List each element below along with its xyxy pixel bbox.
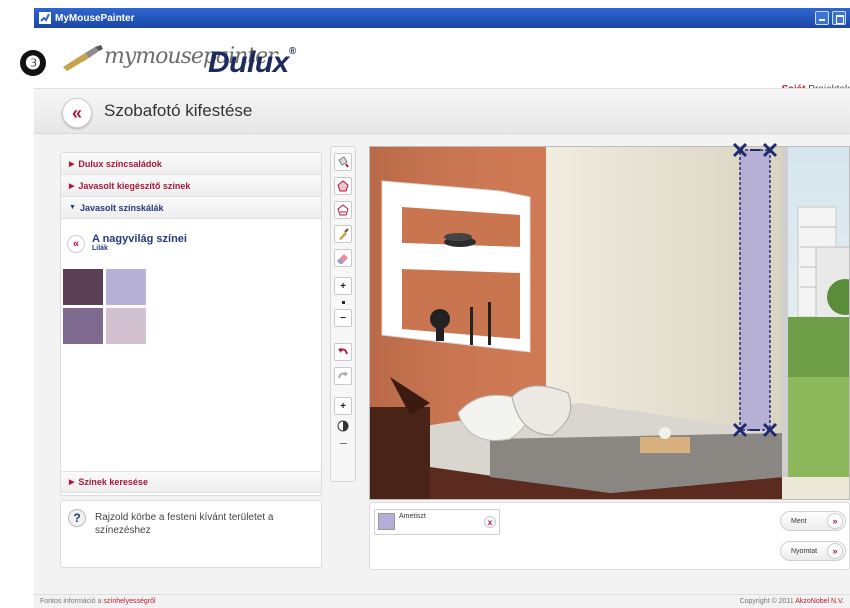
triangle-down-icon: ▼ [69,204,76,211]
contrast-icon[interactable] [334,417,352,435]
palette-back-button[interactable]: « [67,235,85,253]
palette-header: « A nagyvilág színei Lilák [67,233,187,253]
undo-icon[interactable] [334,343,352,361]
remove-color-button[interactable]: x [484,516,496,528]
brush-size-minus-button[interactable]: − [334,309,352,327]
accordion-suggested-palettes[interactable]: ▼ Javasolt színskálák [61,197,321,219]
polygon-erase-icon[interactable] [334,201,352,219]
back-button[interactable]: « [62,98,92,128]
footer-copyright: Copyright © 2011 AkzoNobel N.V. [739,598,844,605]
accordion-suggested-colors[interactable]: ▶ Javasolt kiegészítő színek [61,175,321,197]
color-chip-label: Ametiszt [399,513,426,520]
redo-icon[interactable] [334,367,352,385]
paint-selection-overlay[interactable] [728,140,784,440]
color-swatch[interactable] [106,308,146,344]
palette-title: A nagyvilág színei [92,233,187,245]
polygon-tool-icon[interactable] [334,177,352,195]
zoom-out-button[interactable] [340,443,347,444]
palette-subtitle: Lilák [92,245,108,252]
page-title: Szobafotó kifestése [104,101,253,120]
window-title: MyMousePainter [55,12,135,24]
help-box: ? Rajzold körbe a festeni kívánt terület… [60,500,322,568]
triangle-right-icon: ▶ [69,182,75,190]
color-panel: ▶ Dulux színcsaládok ▶ Javasolt kiegészítő… [60,152,322,496]
maximize-button[interactable] [832,11,846,25]
step-number-badge: ❸ [20,50,46,76]
accordion-dulux-families[interactable]: ▶ Dulux színcsaládok [61,153,321,175]
help-icon: ? [68,509,86,527]
help-text: Rajzold körbe a festeni kívánt területet… [95,512,274,536]
color-swatch[interactable] [106,269,146,305]
tool-palette: + − + [330,146,356,482]
dulux-logo: Dulux® [208,46,296,79]
color-swatch[interactable] [63,308,103,344]
footer-info: Fontos információ a színhelyességről [40,598,156,605]
title-bar: MyMousePainter [34,8,850,28]
chevron-right-icon: » [827,513,843,529]
color-accuracy-link[interactable]: színhelyességről [103,598,155,605]
chevron-right-icon: » [827,543,843,559]
color-chip-swatch [378,513,395,530]
swatch-grid [63,269,146,344]
app-window: MyMousePainter Saját Projektek ❸ mymouse… [0,0,850,608]
color-chip[interactable]: Ametiszt x [374,509,500,535]
akzonobel-link[interactable]: AkzoNobel N.V. [795,598,844,605]
eraser-icon[interactable] [334,249,352,267]
triangle-right-icon: ▶ [69,160,75,168]
color-swatch[interactable] [63,269,103,305]
brush-size-indicator [342,301,345,304]
triangle-right-icon: ▶ [69,479,75,486]
brush-icon[interactable] [334,225,352,243]
zoom-in-button[interactable]: + [334,397,352,415]
brush-size-plus-button[interactable]: + [334,277,352,295]
footer: Fontos információ a színhelyességről Cop… [34,594,850,608]
save-button[interactable]: Ment » [780,511,846,531]
print-button[interactable]: Nyomtat » [780,541,846,561]
minimize-button[interactable] [815,11,829,25]
page-margin [0,0,34,608]
paintbrush-logo-icon [63,45,103,71]
app-icon [39,12,51,24]
used-colors-bar: Ametiszt x Ment » Nyomtat » [369,502,850,570]
accordion-color-search[interactable]: ▶ Színek keresése [61,471,321,493]
fill-tool-icon[interactable] [334,153,352,171]
